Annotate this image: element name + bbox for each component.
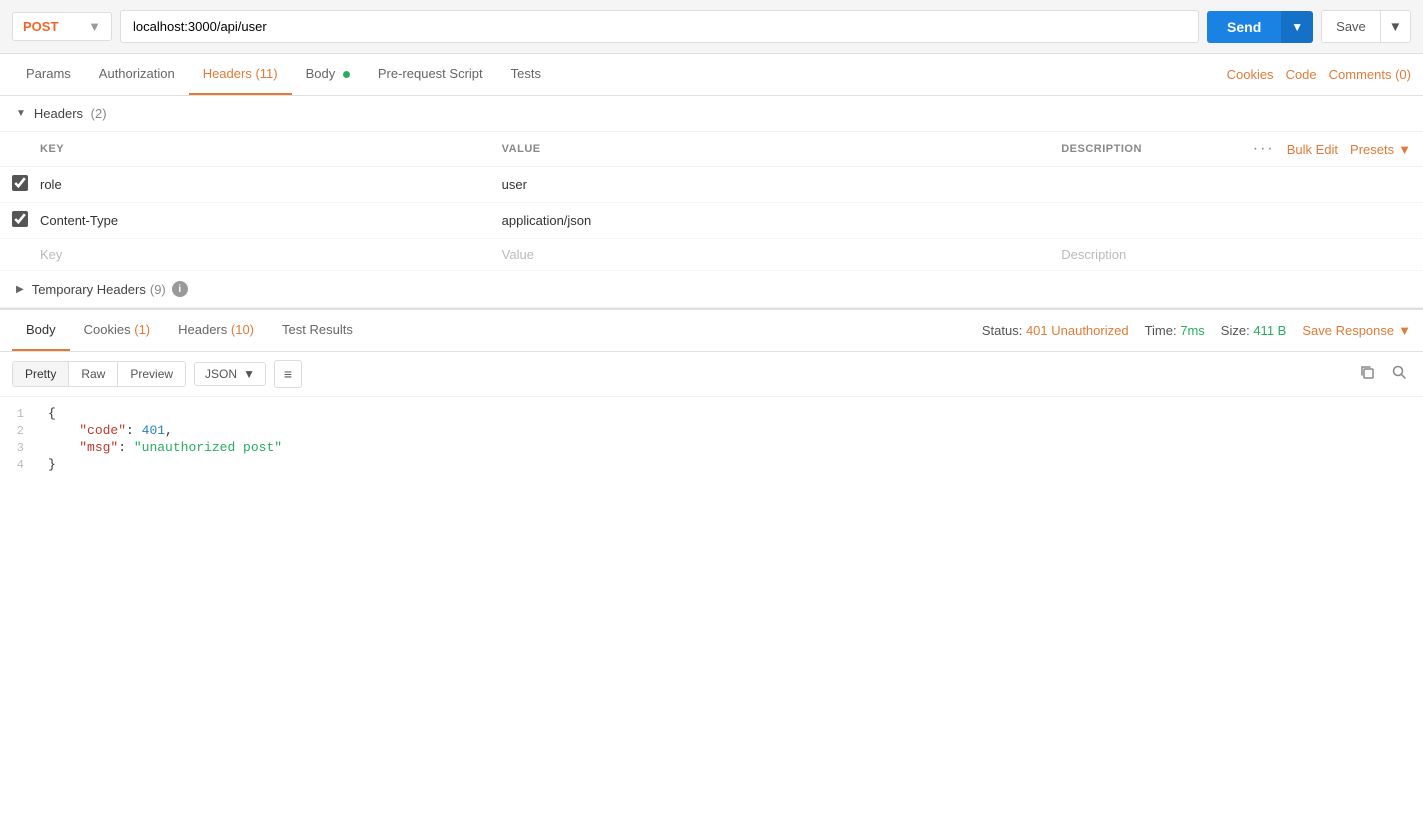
code-line-4: 4 } [0,456,1423,473]
response-tabs: Body Cookies (1) Headers (10) Test Resul… [12,310,982,351]
top-bar: POST ▼ Send ▼ Save ▼ [0,0,1423,54]
wrap-lines-button[interactable]: ≡ [274,360,302,388]
wrap-icon: ≡ [284,366,292,382]
body-dot-icon [343,71,350,78]
copy-icon [1359,364,1375,380]
save-response-button[interactable]: Save Response ▼ [1302,323,1411,338]
status-label: Status: 401 Unauthorized [982,323,1129,338]
col-value-header: VALUE [502,143,1062,155]
tab-tests[interactable]: Tests [497,54,555,95]
tab-params[interactable]: Params [12,54,85,95]
temp-headers-toggle-icon: ▶ [16,284,24,295]
request-tab-bar: Params Authorization Headers (11) Body P… [0,54,1423,96]
code-line-1: 1 { [0,405,1423,422]
save-dropdown-button[interactable]: ▼ [1380,11,1410,42]
headers-collapse-icon: ▼ [16,108,26,119]
code-view: 1 { 2 "code": 401, 3 "msg": "unauthorize… [0,397,1423,537]
response-tab-body[interactable]: Body [12,310,70,351]
format-bar: Pretty Raw Preview JSON ▼ ≡ [0,352,1423,397]
check-cell-1 [12,175,40,194]
header-row-2: Content-Type application/json [0,203,1423,239]
tab-prerequest[interactable]: Pre-request Script [364,54,497,95]
request-tabs: Params Authorization Headers (11) Body P… [12,54,1227,95]
headers-column-row: KEY VALUE DESCRIPTION ··· Bulk Edit Pres… [0,132,1423,167]
format-tab-raw[interactable]: Raw [69,362,118,386]
response-tab-cookies[interactable]: Cookies (1) [70,310,164,351]
tab-authorization[interactable]: Authorization [85,54,189,95]
headers-section: ▼ Headers (2) KEY VALUE DESCRIPTION ··· … [0,96,1423,308]
header-row-1: role user [0,167,1423,203]
key-cell-2[interactable]: Content-Type [40,213,502,228]
send-button[interactable]: Send [1207,11,1281,43]
headers-section-title: Headers (2) [34,106,107,121]
desc-placeholder[interactable]: Description [1061,247,1411,262]
size-label: Size: 411 B [1221,323,1287,338]
format-tab-preview[interactable]: Preview [118,362,185,386]
col-key-header: KEY [12,143,502,155]
temp-headers-info-icon[interactable]: i [172,281,188,297]
temp-headers-title: Temporary Headers [32,282,146,297]
temp-headers-count: (9) [150,282,166,297]
response-tab-bar: Body Cookies (1) Headers (10) Test Resul… [0,310,1423,352]
save-button[interactable]: Save [1322,11,1380,42]
value-cell-2[interactable]: application/json [502,213,1062,228]
code-line-2: 2 "code": 401, [0,422,1423,439]
save-button-group: Save ▼ [1321,10,1411,43]
more-options-icon[interactable]: ··· [1253,140,1275,158]
presets-chevron-icon: ▼ [1398,142,1411,157]
response-meta: Status: 401 Unauthorized Time: 7ms Size:… [982,323,1411,338]
key-cell-1[interactable]: role [40,177,502,192]
send-dropdown-button[interactable]: ▼ [1281,11,1313,43]
copy-button[interactable] [1355,362,1379,387]
format-chevron-icon: ▼ [243,367,255,381]
format-bar-right [1355,362,1411,387]
key-placeholder[interactable]: Key [40,247,502,262]
save-response-chevron-icon: ▼ [1398,323,1411,338]
temp-headers-section[interactable]: ▶ Temporary Headers (9) i [0,271,1423,308]
header-checkbox-2[interactable] [12,211,28,227]
tab-code-link[interactable]: Code [1286,67,1317,82]
response-tab-headers[interactable]: Headers (10) [164,310,268,351]
format-tabs: Pretty Raw Preview [12,361,186,387]
method-label: POST [23,19,58,34]
header-placeholder-row: Key Value Description [0,239,1423,271]
value-placeholder[interactable]: Value [502,247,1062,262]
check-cell-2 [12,211,40,230]
time-label: Time: 7ms [1145,323,1205,338]
method-select[interactable]: POST ▼ [12,12,112,41]
response-tab-test-results[interactable]: Test Results [268,310,367,351]
tab-comments-link[interactable]: Comments (0) [1329,67,1411,82]
response-section: Body Cookies (1) Headers (10) Test Resul… [0,308,1423,537]
format-tab-pretty[interactable]: Pretty [13,362,69,386]
bulk-edit-button[interactable]: Bulk Edit [1287,142,1338,157]
tab-body[interactable]: Body [292,54,364,95]
search-button[interactable] [1387,362,1411,387]
presets-button[interactable]: Presets ▼ [1350,142,1411,157]
send-button-group: Send ▼ [1207,11,1313,43]
headers-action-buttons: ··· Bulk Edit Presets ▼ [1253,140,1411,158]
method-chevron-icon: ▼ [88,19,101,34]
search-icon [1391,364,1407,380]
request-right-tabs: Cookies Code Comments (0) [1227,67,1411,82]
format-type-select[interactable]: JSON ▼ [194,362,266,386]
tab-cookies-link[interactable]: Cookies [1227,67,1274,82]
headers-section-header[interactable]: ▼ Headers (2) [0,96,1423,132]
header-checkbox-1[interactable] [12,175,28,191]
tab-headers[interactable]: Headers (11) [189,54,292,95]
value-cell-1[interactable]: user [502,177,1062,192]
url-input[interactable] [120,10,1199,43]
code-line-3: 3 "msg": "unauthorized post" [0,439,1423,456]
col-desc-header: DESCRIPTION [1061,143,1253,155]
